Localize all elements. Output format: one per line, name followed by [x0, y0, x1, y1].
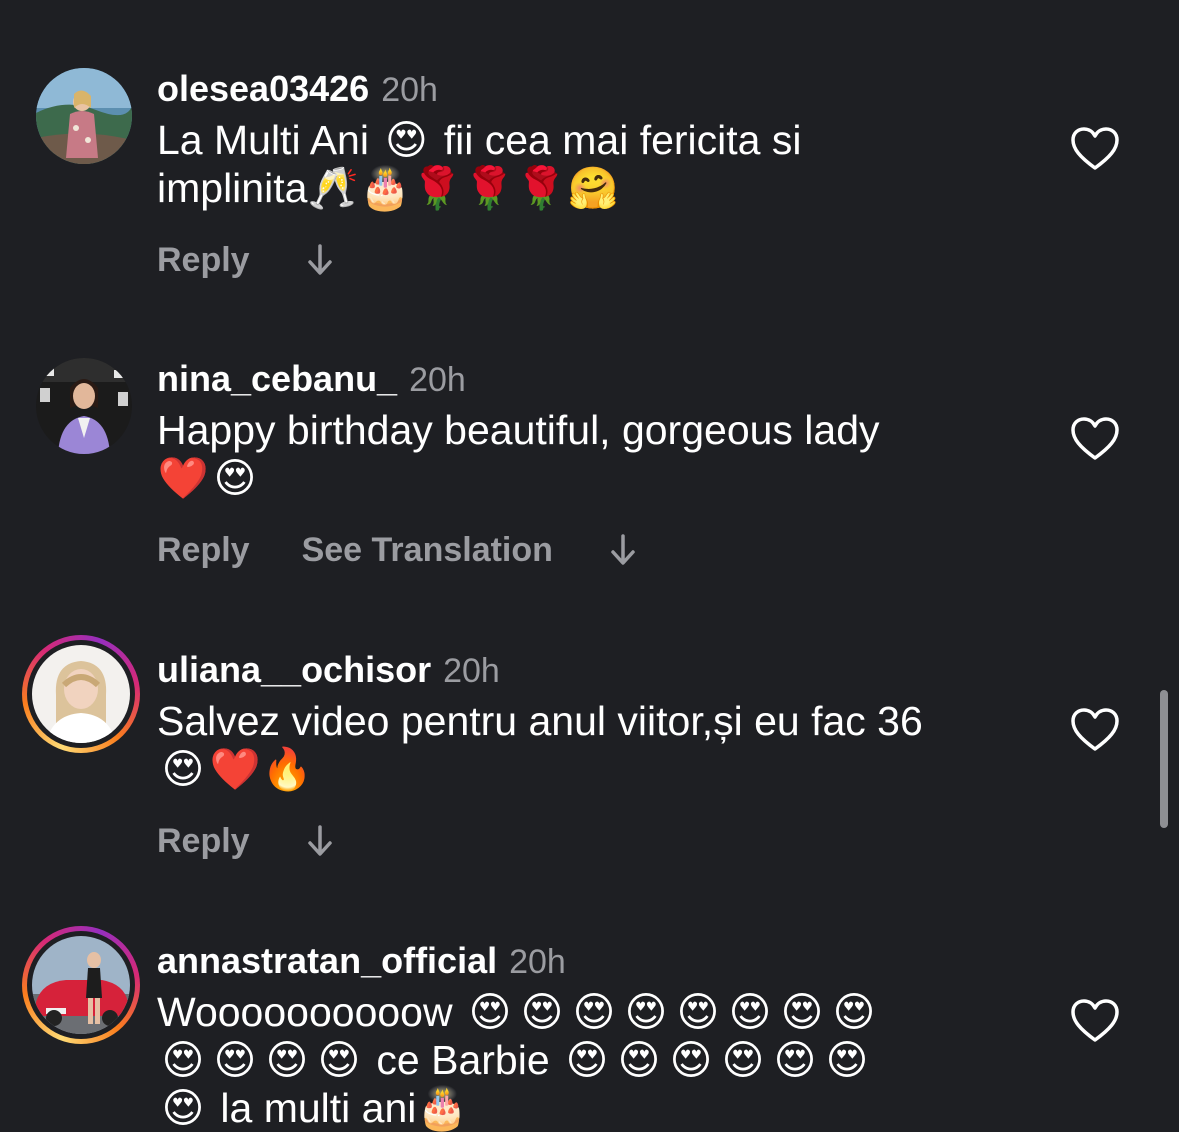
heart-eyes-emoji: 😍 — [520, 989, 564, 1035]
red-heart-emoji: ❤️ — [157, 455, 209, 501]
comment-text: Woooooooooow 😍 😍 😍 😍 😍 😍 😍 😍 😍 😍 😍 😍 ce Barbie 😍 😍 😍… — [157, 988, 1027, 1132]
comment-item: uliana__ochisor 20h Salvez video pentru … — [0, 635, 1179, 879]
avatar-story-ring[interactable] — [22, 926, 140, 1044]
heart-eyes-emoji: 😍 — [161, 1085, 205, 1131]
cake-emoji: 🎂 — [416, 1085, 468, 1131]
heart-eyes-emoji: 😍 — [384, 117, 428, 163]
comment-text-part: Woooooooooow — [157, 989, 453, 1035]
heart-eyes-emoji: 😍 — [213, 1037, 257, 1083]
reply-button[interactable]: Reply — [157, 531, 250, 570]
comment-header: annastratan_official 20h — [157, 940, 566, 984]
comment-text-part: fii cea mai fericita si — [443, 117, 802, 163]
heart-eyes-emoji: 😍 — [676, 989, 720, 1035]
rose-emoji: 🌹 — [515, 165, 567, 211]
username[interactable]: nina_cebanu_ — [157, 358, 397, 400]
rose-emoji: 🌹 — [463, 165, 515, 211]
comment-text-part: implinita — [157, 165, 308, 211]
comment-item: annastratan_official 20h Woooooooooow 😍 😍… — [0, 926, 1179, 1131]
comment-header: uliana__ochisor 20h — [157, 649, 500, 693]
avatar — [32, 936, 130, 1034]
reply-button[interactable]: Reply — [157, 822, 250, 861]
heart-eyes-emoji: 😍 — [617, 1037, 661, 1083]
comment-text-part: La Multi Ani — [157, 117, 381, 163]
arrow-down-icon[interactable] — [302, 821, 338, 861]
heart-eyes-emoji: 😍 — [161, 746, 205, 792]
heart-outline-icon[interactable] — [1070, 126, 1120, 172]
username[interactable]: uliana__ochisor — [157, 649, 431, 691]
avatar[interactable] — [36, 358, 132, 454]
heart-eyes-emoji: 😍 — [728, 989, 772, 1035]
comment-header: olesea03426 20h — [157, 68, 438, 112]
heart-eyes-emoji: 😍 — [468, 989, 512, 1035]
username[interactable]: olesea03426 — [157, 68, 369, 110]
timestamp: 20h — [509, 943, 566, 981]
reply-button[interactable]: Reply — [157, 241, 250, 280]
rose-emoji: 🌹 — [411, 165, 463, 211]
story-ring-gap — [27, 640, 135, 748]
story-ring-gap — [27, 931, 135, 1039]
heart-eyes-emoji: 😍 — [721, 1037, 765, 1083]
fire-emoji: 🔥 — [261, 746, 313, 792]
red-heart-emoji: ❤️ — [209, 746, 261, 792]
comment-actions: Reply — [157, 821, 338, 861]
heart-outline-icon[interactable] — [1070, 707, 1120, 753]
avatar[interactable] — [36, 68, 132, 164]
heart-eyes-emoji: 😍 — [669, 1037, 713, 1083]
heart-eyes-emoji: 😍 — [773, 1037, 817, 1083]
see-translation-button[interactable]: See Translation — [302, 531, 553, 570]
avatar-story-ring[interactable] — [22, 635, 140, 753]
timestamp: 20h — [443, 652, 500, 690]
cake-emoji: 🎂 — [359, 165, 411, 211]
arrow-down-icon[interactable] — [605, 530, 641, 570]
heart-eyes-emoji: 😍 — [161, 1037, 205, 1083]
comment-text-part: Happy birthday beautiful, gorgeous lady — [157, 407, 880, 453]
comment-header: nina_cebanu_ 20h — [157, 358, 466, 402]
comment-item: olesea03426 20h La Multi Ani 😍 fii cea m… — [0, 68, 1179, 298]
heart-eyes-emoji: 😍 — [832, 989, 876, 1035]
comment-actions: Reply See Translation — [157, 530, 641, 570]
heart-eyes-emoji: 😍 — [624, 989, 668, 1035]
heart-eyes-emoji: 😍 — [565, 1037, 609, 1083]
comment-text-part: ce Barbie — [376, 1037, 550, 1083]
heart-outline-icon[interactable] — [1070, 416, 1120, 462]
heart-outline-icon[interactable] — [1070, 998, 1120, 1044]
heart-eyes-emoji: 😍 — [265, 1037, 309, 1083]
comment-text: La Multi Ani 😍 fii cea mai fericita si i… — [157, 116, 1027, 212]
username[interactable]: annastratan_official — [157, 940, 497, 982]
hug-emoji: 🤗 — [567, 165, 619, 211]
comment-text-part: la multi ani — [220, 1085, 417, 1131]
heart-eyes-emoji: 😍 — [780, 989, 824, 1035]
heart-eyes-emoji: 😍 — [572, 989, 616, 1035]
scrollbar[interactable] — [1160, 690, 1168, 828]
heart-eyes-emoji: 😍 — [213, 455, 257, 501]
champagne-emoji: 🥂 — [307, 165, 359, 211]
timestamp: 20h — [409, 361, 466, 399]
timestamp: 20h — [381, 71, 438, 109]
arrow-down-icon[interactable] — [302, 240, 338, 280]
heart-eyes-emoji: 😍 — [317, 1037, 361, 1083]
comment-item: nina_cebanu_ 20h Happy birthday beautifu… — [0, 358, 1179, 588]
avatar — [32, 645, 130, 743]
comment-actions: Reply — [157, 240, 338, 280]
comment-text: Salvez video pentru anul viitor,și eu fa… — [157, 697, 1027, 793]
comment-text: Happy birthday beautiful, gorgeous lady … — [157, 406, 1027, 502]
heart-eyes-emoji: 😍 — [825, 1037, 869, 1083]
comment-text-part: Salvez video pentru anul viitor,și eu fa… — [157, 698, 923, 744]
